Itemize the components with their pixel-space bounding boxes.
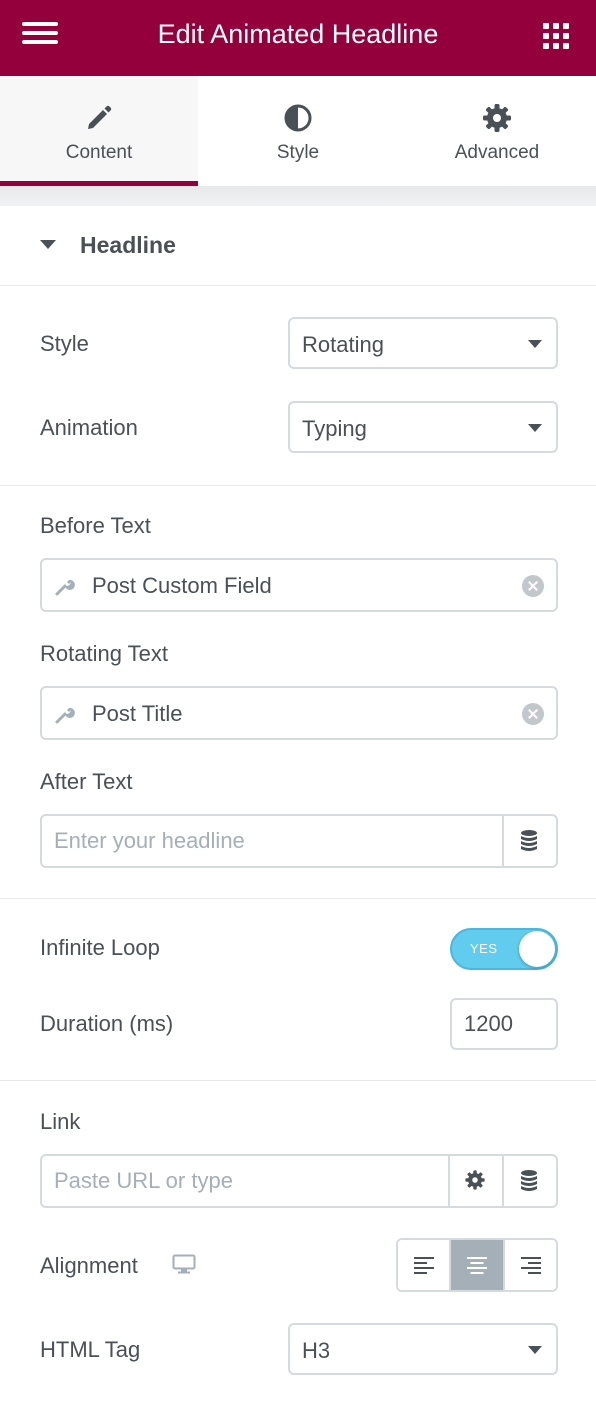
infinite-loop-label: Infinite Loop (40, 935, 160, 960)
html-tag-select[interactable]: H3 (288, 1323, 558, 1375)
align-center-button[interactable] (449, 1240, 503, 1290)
before-text-value[interactable]: Post Custom Field (92, 573, 272, 599)
infinite-loop-toggle[interactable]: YES (450, 928, 558, 970)
align-right-button[interactable] (502, 1240, 556, 1290)
alignment-choices (396, 1238, 558, 1292)
clear-icon[interactable] (522, 575, 544, 597)
dynamic-tags-button[interactable] (502, 1156, 556, 1206)
tabs-divider (0, 186, 596, 206)
divider (0, 898, 596, 899)
tab-style[interactable]: Style (198, 76, 398, 186)
half-circle-icon (284, 104, 312, 132)
animation-select[interactable]: Typing (288, 401, 558, 453)
chevron-down-icon (528, 340, 542, 348)
divider (0, 485, 596, 486)
caret-down-icon (40, 240, 56, 249)
tab-style-label: Style (276, 142, 320, 163)
style-label: Style (40, 331, 89, 356)
dynamic-tags-button[interactable] (502, 816, 556, 866)
link-options-button[interactable] (448, 1156, 502, 1206)
wrench-icon (55, 579, 75, 596)
after-text-label: After Text (40, 769, 133, 794)
after-text-field (40, 814, 558, 868)
panel-tabs: Content Style Advanced (0, 76, 596, 186)
section-title: Headline (80, 232, 176, 258)
toggle-knob (519, 931, 555, 967)
align-right-icon (520, 1257, 541, 1274)
panel-title: Edit Animated Headline (157, 19, 439, 49)
html-tag-select-value: H3 (302, 1338, 331, 1363)
toggle-yes-text: YES (470, 941, 498, 956)
tab-advanced[interactable]: Advanced (398, 76, 596, 186)
pencil-icon (88, 105, 112, 129)
tab-content[interactable]: Content (0, 76, 198, 186)
database-icon (521, 830, 537, 851)
gear-icon (483, 104, 511, 132)
tab-content-label: Content (65, 142, 133, 163)
widgets-grid-icon[interactable] (543, 23, 571, 51)
before-text-dynamic-field[interactable]: Post Custom Field (40, 558, 558, 612)
divider (0, 1080, 596, 1081)
panel-header: Edit Animated Headline (0, 0, 596, 76)
align-left-icon (414, 1257, 434, 1274)
html-tag-label: HTML Tag (40, 1337, 141, 1362)
chevron-down-icon (528, 1346, 542, 1354)
style-select-value: Rotating (302, 332, 384, 357)
link-field (40, 1154, 558, 1208)
clear-icon[interactable] (522, 703, 544, 725)
style-select[interactable]: Rotating (288, 317, 558, 369)
desktop-icon[interactable] (172, 1254, 196, 1274)
duration-input[interactable] (450, 998, 558, 1050)
chevron-down-icon (528, 424, 542, 432)
before-text-label: Before Text (40, 513, 151, 538)
rotating-text-label: Rotating Text (40, 641, 169, 666)
animation-label: Animation (40, 415, 138, 440)
gear-icon (465, 1170, 485, 1190)
duration-label: Duration (ms) (40, 1011, 174, 1036)
alignment-label: Alignment (40, 1253, 138, 1278)
align-center-icon (467, 1257, 488, 1274)
database-icon (521, 1170, 537, 1191)
link-url-input[interactable] (42, 1156, 448, 1206)
rotating-text-value[interactable]: Post Title (92, 701, 182, 727)
after-text-input[interactable] (42, 816, 502, 866)
align-left-button[interactable] (398, 1240, 450, 1290)
section-headline-toggle[interactable]: Headline (0, 206, 596, 286)
tab-advanced-label: Advanced (454, 142, 540, 163)
rotating-text-dynamic-field[interactable]: Post Title (40, 686, 558, 740)
link-label: Link (40, 1109, 81, 1134)
wrench-icon (55, 707, 75, 724)
animation-select-value: Typing (302, 416, 367, 441)
